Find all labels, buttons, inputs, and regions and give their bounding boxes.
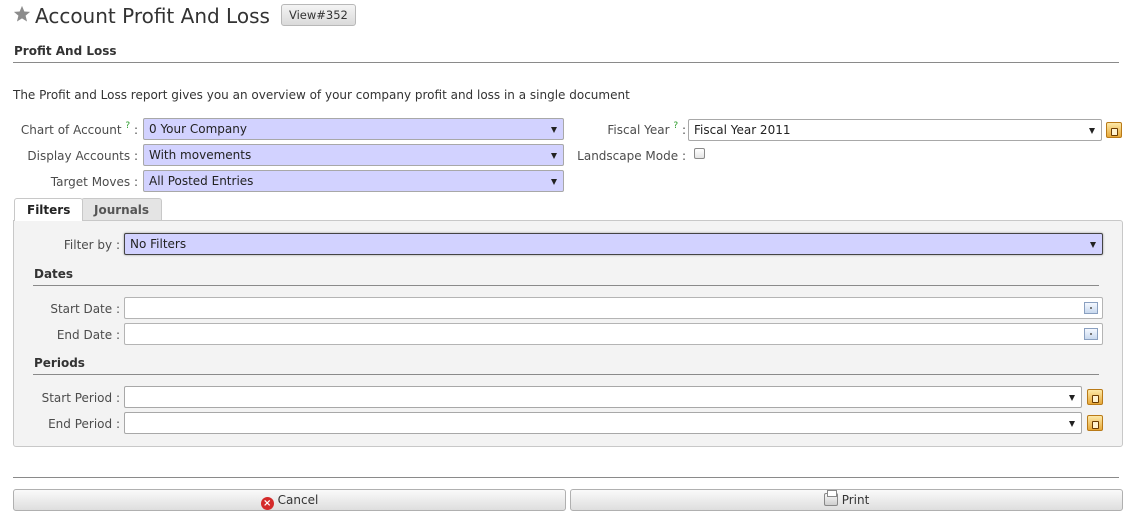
help-icon[interactable]: ? bbox=[673, 121, 678, 131]
dates-section-title: Dates bbox=[34, 267, 74, 281]
print-button[interactable]: Print bbox=[570, 489, 1123, 511]
dropdown-arrow-icon bbox=[1089, 128, 1095, 134]
end-date-label: End Date : bbox=[56, 328, 120, 342]
calendar-icon[interactable] bbox=[1084, 302, 1098, 314]
start-period-label: Start Period : bbox=[41, 391, 120, 405]
dropdown-arrow-icon bbox=[551, 127, 557, 133]
calendar-icon[interactable] bbox=[1084, 328, 1098, 340]
view-id-button[interactable]: View#352 bbox=[281, 4, 356, 26]
start-date-input[interactable] bbox=[124, 297, 1103, 319]
dropdown-arrow-icon bbox=[1069, 395, 1075, 401]
periods-section-title: Periods bbox=[34, 356, 85, 370]
dropdown-arrow-icon bbox=[1090, 242, 1096, 248]
filter-by-select[interactable]: No Filters bbox=[124, 233, 1103, 255]
chart-of-account-select[interactable]: 0 Your Company bbox=[143, 118, 564, 140]
fiscal-year-label: Fiscal Year ? : bbox=[607, 121, 686, 137]
dates-divider bbox=[33, 285, 1099, 286]
tab-filters[interactable]: Filters bbox=[14, 198, 84, 221]
landscape-mode-label: Landscape Mode : bbox=[577, 149, 686, 163]
cancel-icon: × bbox=[260, 497, 274, 510]
search-record-icon[interactable] bbox=[1106, 122, 1122, 138]
chart-of-account-label: Chart of Account ? : bbox=[20, 121, 138, 137]
display-accounts-label: Display Accounts : bbox=[27, 149, 138, 163]
search-record-icon[interactable] bbox=[1087, 415, 1103, 431]
footer-divider bbox=[13, 477, 1119, 478]
periods-divider bbox=[33, 374, 1099, 375]
display-accounts-select[interactable]: With movements bbox=[143, 144, 564, 166]
page-title: Account Profit And Loss bbox=[35, 4, 270, 28]
target-moves-label: Target Moves : bbox=[50, 175, 138, 189]
end-period-label: End Period : bbox=[48, 417, 120, 431]
filter-by-label: Filter by : bbox=[63, 238, 120, 252]
landscape-mode-checkbox[interactable] bbox=[694, 148, 705, 159]
dropdown-arrow-icon bbox=[551, 179, 557, 185]
fiscal-year-select[interactable]: Fiscal Year 2011 bbox=[688, 119, 1102, 141]
dropdown-arrow-icon bbox=[551, 153, 557, 159]
start-period-select[interactable] bbox=[124, 386, 1082, 408]
end-date-input[interactable] bbox=[124, 323, 1103, 345]
target-moves-select[interactable]: All Posted Entries bbox=[143, 170, 564, 192]
end-period-select[interactable] bbox=[124, 412, 1082, 434]
favorite-star-icon[interactable] bbox=[13, 5, 31, 23]
cancel-button[interactable]: × Cancel bbox=[13, 489, 566, 511]
tab-journals[interactable]: Journals bbox=[81, 198, 163, 220]
printer-icon bbox=[823, 490, 838, 506]
dropdown-arrow-icon bbox=[1069, 421, 1075, 427]
start-date-label: Start Date : bbox=[50, 302, 120, 316]
section-divider bbox=[13, 62, 1119, 63]
section-title: Profit And Loss bbox=[14, 44, 117, 58]
section-description: The Profit and Loss report gives you an … bbox=[13, 88, 630, 102]
help-icon[interactable]: ? bbox=[125, 121, 130, 131]
search-record-icon[interactable] bbox=[1087, 389, 1103, 405]
